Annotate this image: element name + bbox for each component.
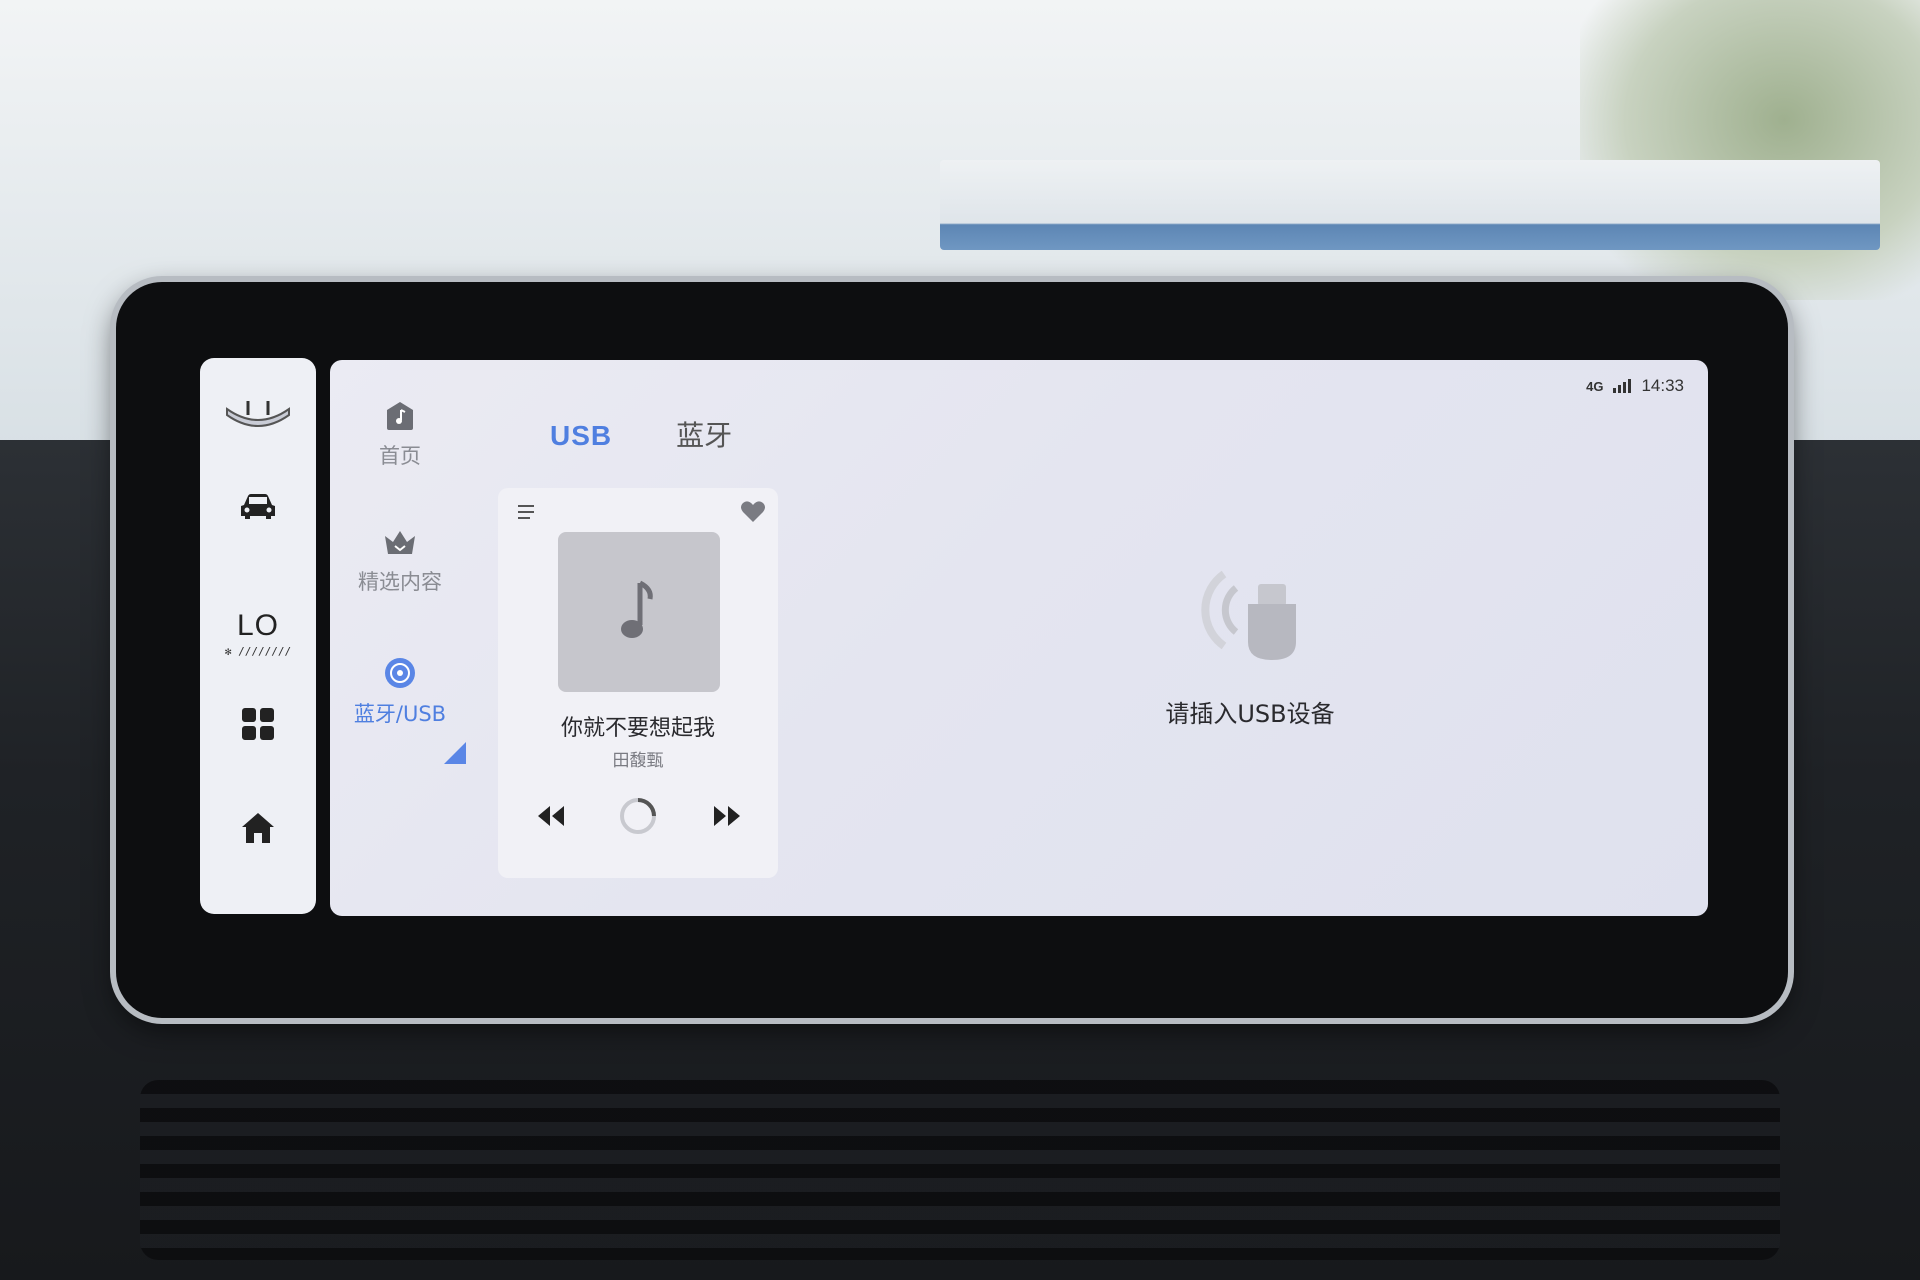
vehicle-button[interactable] — [200, 476, 316, 536]
clock: 14:33 — [1641, 376, 1684, 395]
crown-icon — [385, 531, 415, 554]
background-tree — [1580, 0, 1920, 300]
music-home-icon — [387, 402, 413, 430]
signal-icon — [1613, 379, 1632, 393]
artist-name: 田馥甄 — [612, 751, 664, 771]
usb-device-icon — [1201, 570, 1296, 660]
nav-item-home[interactable]: 首页 — [330, 400, 470, 470]
playlist-menu-icon[interactable] — [516, 502, 538, 522]
fan-speed-indicator: ✻ //////// — [224, 644, 292, 658]
side-control-strip: LO ✻ //////// — [200, 358, 316, 914]
usb-prompt-message: 请插入USB设备 — [1165, 700, 1335, 728]
car-icon — [241, 494, 275, 519]
loading-spinner-icon[interactable] — [618, 796, 658, 836]
apps-button[interactable] — [200, 696, 316, 752]
tab-bluetooth[interactable]: 蓝牙 — [676, 414, 732, 454]
wiper-button[interactable] — [200, 380, 316, 450]
air-vent — [140, 1080, 1780, 1260]
active-indicator — [444, 742, 466, 764]
usb-empty-state: 请插入USB设备 — [1120, 560, 1380, 729]
player-card: 你就不要想起我 田馥甄 — [498, 488, 778, 878]
climate-button[interactable]: LO ✻ //////// — [200, 598, 316, 668]
wiper-icon — [226, 401, 290, 427]
nav-label-featured: 精选内容 — [358, 570, 442, 594]
source-tabs: USB 蓝牙 — [550, 414, 732, 454]
nav-item-featured[interactable]: 精选内容 — [330, 528, 470, 596]
music-note-icon — [621, 580, 653, 638]
previous-track-icon[interactable] — [536, 804, 566, 828]
album-cover — [558, 532, 720, 692]
tab-usb[interactable]: USB — [550, 420, 612, 452]
home-button[interactable] — [200, 798, 316, 858]
song-title: 你就不要想起我 — [560, 716, 715, 741]
favorite-heart-icon[interactable] — [740, 500, 766, 524]
nav-label-bluetooth-usb: 蓝牙/USB — [353, 702, 447, 726]
disc-icon — [385, 658, 415, 688]
background-awning — [940, 160, 1880, 250]
music-app-screen: 4G 14:33 首页 精选内容 蓝牙/USB USB 蓝牙 你就不要想起我 田… — [330, 360, 1708, 916]
next-track-icon[interactable] — [712, 804, 742, 828]
nav-label-home: 首页 — [379, 444, 421, 468]
network-label: 4G — [1586, 378, 1604, 394]
home-icon — [242, 813, 274, 843]
temperature-label: LO — [236, 608, 280, 642]
status-bar: 4G 14:33 — [1586, 376, 1684, 396]
apps-grid-icon — [242, 708, 274, 740]
music-nav: 首页 精选内容 蓝牙/USB — [330, 360, 470, 916]
nav-item-bluetooth-usb[interactable]: 蓝牙/USB — [330, 656, 470, 728]
playback-controls — [498, 788, 778, 848]
